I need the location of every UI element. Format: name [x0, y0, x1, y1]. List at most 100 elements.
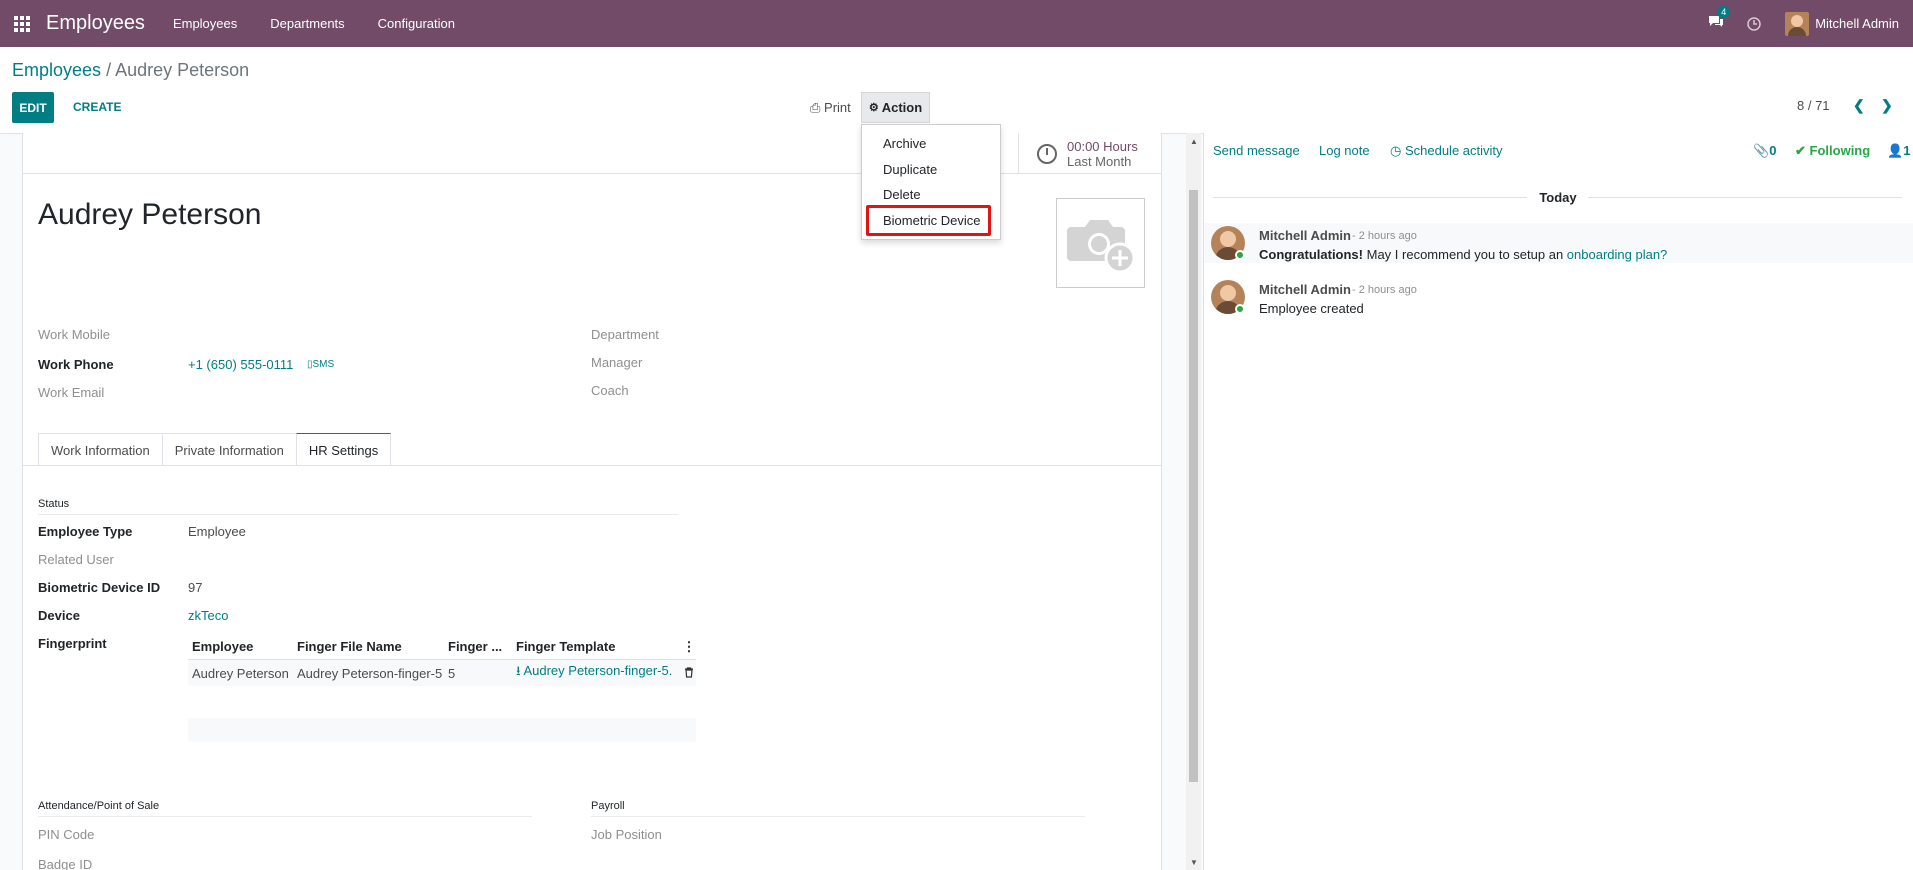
- message-body: Congratulations! May I recommend you to …: [1259, 247, 1667, 262]
- column-employee[interactable]: Employee: [188, 639, 293, 654]
- breadcrumb-current: Audrey Peterson: [115, 60, 250, 80]
- pager-previous-icon[interactable]: ❮: [1853, 97, 1865, 114]
- send-message-button[interactable]: Send message: [1213, 143, 1300, 158]
- onboarding-plan-link[interactable]: onboarding plan?: [1567, 247, 1667, 262]
- clock-icon: ◷: [1390, 143, 1402, 158]
- top-navbar: Employees Employees Departments Configur…: [0, 0, 1913, 47]
- camera-add-icon: [1066, 220, 1135, 273]
- pager-value[interactable]: 8 / 71: [1797, 98, 1830, 113]
- last-month-hours-button[interactable]: 00:00 Hours Last Month: [1018, 133, 1162, 174]
- gear-icon: ⚙: [868, 102, 879, 114]
- attachments-button[interactable]: 📎0: [1753, 143, 1776, 159]
- edit-button[interactable]: EDIT: [12, 92, 54, 123]
- work-mobile-label: Work Mobile: [38, 327, 111, 342]
- tabs-divider: [22, 465, 1162, 466]
- sms-button[interactable]: ▯SMS: [307, 359, 334, 370]
- biometric-id-value[interactable]: 97: [188, 580, 202, 595]
- schedule-activity-button[interactable]: ◷ Schedule activity: [1390, 143, 1503, 159]
- tab-private-information[interactable]: Private Information: [161, 433, 297, 466]
- breadcrumb-separator: /: [106, 60, 112, 80]
- coach-label: Coach: [591, 383, 629, 398]
- cell-finger-file-name: Audrey Peterson-finger-5: [297, 665, 443, 681]
- finger-template-link[interactable]: Audrey Peterson-finger-5.: [523, 663, 672, 678]
- app-brand[interactable]: Employees: [46, 12, 145, 35]
- check-icon: ✔: [1795, 143, 1806, 158]
- menu-configuration[interactable]: Configuration: [378, 16, 455, 31]
- clock-icon: [1037, 143, 1057, 164]
- related-user-label: Related User: [38, 552, 114, 567]
- message-author[interactable]: Mitchell Admin: [1259, 228, 1351, 243]
- status-section-title: Status: [38, 498, 678, 515]
- menu-item-delete[interactable]: Delete: [883, 187, 921, 202]
- user-name[interactable]: Mitchell Admin: [1815, 16, 1899, 31]
- highlight-box: [866, 205, 991, 236]
- employee-photo[interactable]: [1056, 198, 1145, 288]
- scrollbar-thumb[interactable]: [1189, 190, 1198, 782]
- column-finger-template[interactable]: Finger Template: [512, 639, 678, 654]
- tab-work-information[interactable]: Work Information: [38, 433, 163, 466]
- message-body: Employee created: [1259, 301, 1364, 316]
- table-row[interactable]: Audrey Peterson Audrey Peterson-finger-5…: [188, 660, 696, 686]
- cell-finger-number: 5: [448, 665, 456, 681]
- menu-employees[interactable]: Employees: [173, 16, 237, 31]
- cell-employee: Audrey Peterson: [192, 665, 289, 681]
- manager-label: Manager: [591, 355, 643, 370]
- paperclip-icon: 📎: [1753, 143, 1770, 158]
- online-status-icon: [1235, 304, 1245, 314]
- employee-type-value[interactable]: Employee: [188, 524, 246, 539]
- work-email-label: Work Email: [38, 385, 105, 400]
- schedule-activity-label: Schedule activity: [1404, 143, 1503, 158]
- cell-finger-template[interactable]: ⭳ Audrey Peterson-finger-5.: [512, 662, 678, 684]
- notebook-tabs: Work Information Private Information HR …: [38, 433, 392, 466]
- sms-label: SMS: [312, 359, 335, 370]
- fingerprint-header-row: Employee Finger File Name Finger ... Fin…: [188, 634, 696, 660]
- device-value[interactable]: zkTeco: [188, 608, 228, 623]
- create-button[interactable]: CREATE: [73, 100, 121, 114]
- print-button[interactable]: ⎙ Print: [810, 100, 851, 116]
- following-button[interactable]: ✔ Following: [1795, 143, 1870, 159]
- breadcrumb: Employees / Audrey Peterson: [12, 60, 249, 81]
- log-note-button[interactable]: Log note: [1319, 143, 1370, 158]
- column-finger-number[interactable]: Finger ...: [444, 639, 512, 654]
- message-text: May I recommend you to setup an: [1366, 247, 1564, 262]
- menu-item-duplicate[interactable]: Duplicate: [883, 162, 937, 177]
- message-author[interactable]: Mitchell Admin: [1259, 282, 1351, 297]
- scroll-down-icon[interactable]: ▼: [1190, 858, 1198, 867]
- menu-departments[interactable]: Departments: [270, 16, 344, 31]
- delete-row-icon[interactable]: [678, 666, 696, 681]
- tab-hr-settings[interactable]: HR Settings: [295, 433, 392, 466]
- employee-name[interactable]: Audrey Peterson: [38, 198, 261, 232]
- message-bold-prefix: Congratulations!: [1259, 247, 1363, 262]
- date-separator-label: Today: [1539, 190, 1577, 205]
- breadcrumb-parent[interactable]: Employees: [12, 60, 101, 80]
- apps-menu-icon[interactable]: [2, 0, 42, 47]
- action-label: Action: [881, 100, 923, 115]
- empty-row: [188, 718, 696, 742]
- date-separator: Today: [1203, 190, 1913, 205]
- scroll-up-icon[interactable]: ▲: [1190, 137, 1198, 146]
- pager-next-icon[interactable]: ❯: [1881, 97, 1893, 114]
- messages-count-badge: 4: [1717, 5, 1731, 18]
- user-avatar[interactable]: [1785, 11, 1810, 36]
- work-phone-value[interactable]: +1 (650) 555-0111: [188, 357, 293, 372]
- attachments-count: 0: [1769, 143, 1777, 158]
- column-finger-file-name[interactable]: Finger File Name: [293, 639, 444, 654]
- stat-hours-label: Last Month: [1067, 153, 1132, 169]
- messages-icon[interactable]: 4: [1707, 5, 1731, 34]
- action-button[interactable]: ⚙ Action: [861, 92, 930, 123]
- print-icon: ⎙: [810, 100, 821, 115]
- department-label: Department: [591, 327, 659, 342]
- menu-item-archive[interactable]: Archive: [883, 136, 926, 151]
- followers-button[interactable]: 👤1: [1887, 143, 1910, 159]
- followers-count: 1: [1903, 143, 1911, 158]
- following-label: Following: [1809, 143, 1871, 158]
- job-position-label: Job Position: [591, 827, 662, 842]
- fingerprint-list: Employee Finger File Name Finger ... Fin…: [188, 634, 696, 686]
- print-label: Print: [824, 100, 851, 115]
- download-icon: ⭳: [516, 663, 521, 678]
- user-icon: 👤: [1887, 143, 1904, 158]
- activity-clock-icon[interactable]: [1747, 16, 1761, 31]
- badge-id-label: Badge ID: [38, 857, 93, 870]
- stat-hours-value: 00:00 Hours: [1067, 138, 1138, 154]
- optional-columns-icon[interactable]: ⋮: [678, 639, 696, 655]
